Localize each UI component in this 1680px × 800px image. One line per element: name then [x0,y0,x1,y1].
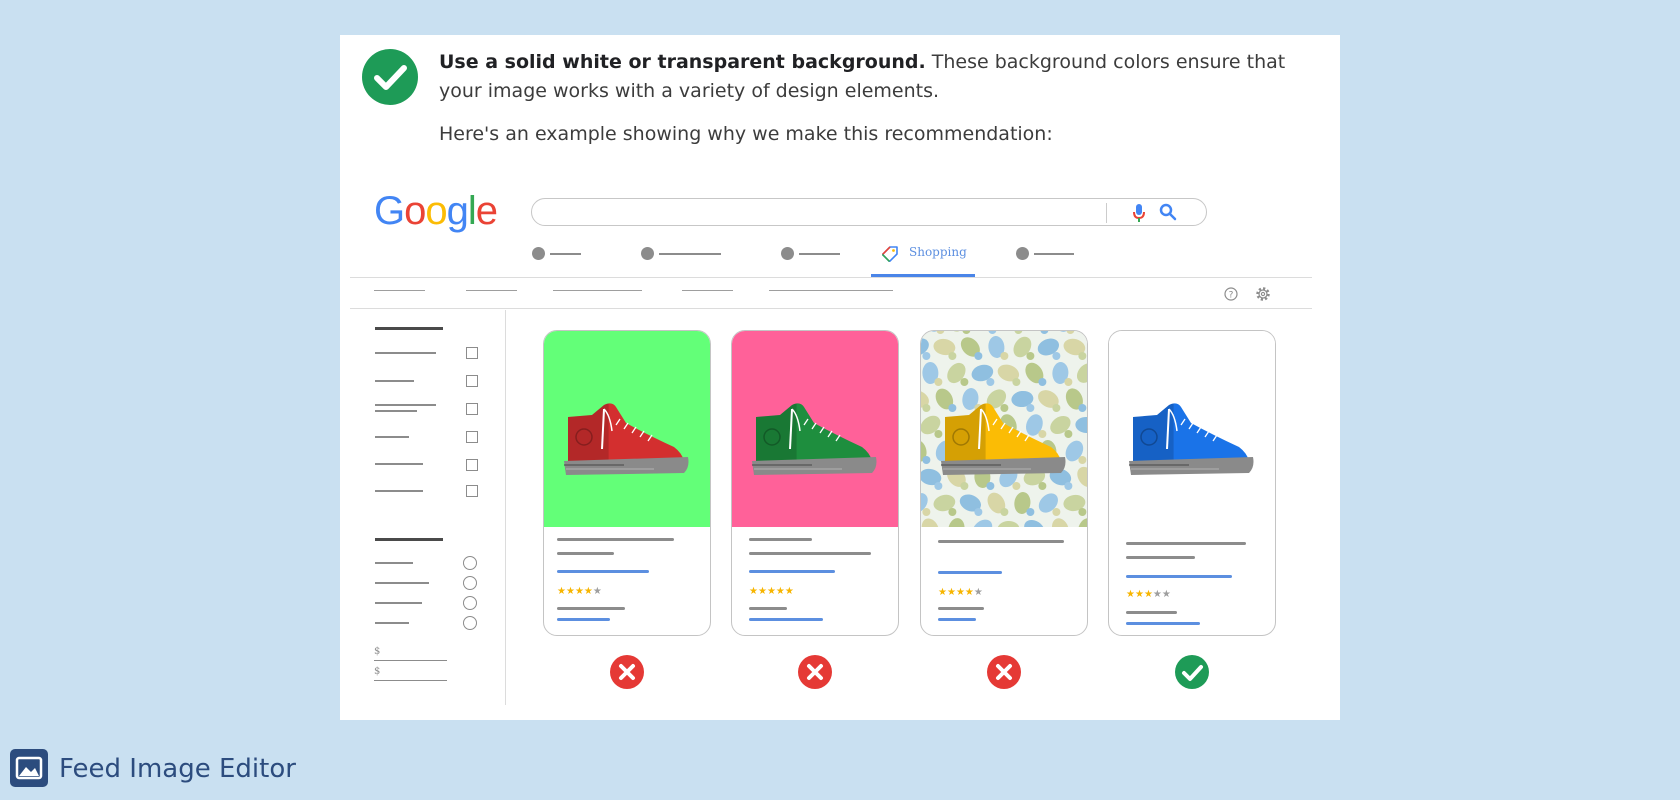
filter-checkbox [466,347,478,359]
text-placeholder [749,618,823,621]
filter-option [375,622,409,624]
filter-option [375,562,413,564]
text-placeholder [749,538,812,541]
guideline-text: Use a solid white or transparent backgro… [439,48,1319,106]
text-placeholder [557,607,625,610]
logo-letter: G [374,189,405,233]
text-placeholder [1126,556,1195,559]
filter-checkbox [466,403,478,415]
price-tag-icon [882,246,898,262]
microphone-icon [1133,204,1145,222]
star-rating: ★★★★★ [1126,589,1171,600]
product-image [732,331,898,527]
product-image [921,331,1087,527]
text-placeholder [1126,611,1177,614]
filter-option [375,380,414,382]
filter-checkbox [466,431,478,443]
filter-option [375,352,436,354]
divider [350,277,1312,278]
filter-option [375,582,429,584]
filter-option [375,404,436,406]
price-min-field [374,660,447,661]
check-circle-icon [1175,655,1209,689]
logo-letter: o [425,189,447,233]
text-placeholder [557,618,610,621]
image-editor-logo-icon [10,749,48,787]
product-card: ★★★★★ [731,330,899,636]
logo-letter: g [446,189,469,233]
filter-option [375,602,422,604]
text-placeholder [557,552,614,555]
filter-radio [463,616,477,630]
text-placeholder [749,607,787,610]
price-max-field [374,680,447,681]
sidebar-heading [375,538,443,541]
sidebar-heading [375,327,443,330]
search-divider [1106,203,1107,223]
filter-radio [463,576,477,590]
filter-checkbox [466,459,478,471]
brand-name: Feed Image Editor [59,754,296,784]
filter-checkbox [466,375,478,387]
text-placeholder [938,607,984,610]
sneaker-image [941,401,1069,486]
logo-letter: l [467,189,477,233]
text-placeholder [749,570,835,573]
text-placeholder [749,552,871,555]
text-placeholder [938,571,1002,574]
logo-letter: o [404,189,426,233]
filter-checkbox [466,485,478,497]
text-placeholder [1126,622,1200,625]
example-intro: Here's an example showing why we make th… [439,123,1053,145]
text-placeholder [1126,542,1246,545]
product-card: ★★★★★ [1108,330,1276,636]
guideline-heading: Use a solid white or transparent backgro… [439,51,926,73]
text-placeholder [938,540,1064,543]
text-placeholder [1126,575,1232,578]
price-min-symbol: $ [374,646,381,657]
divider [350,308,1312,309]
star-rating: ★★★★★ [557,586,602,597]
sidebar-divider [505,310,506,705]
product-card: ★★★★★ [920,330,1088,636]
product-image [1109,331,1275,527]
help-icon: ? [1224,287,1238,301]
search-icon [1159,203,1177,221]
filter-option [375,436,409,438]
error-circle-icon [987,655,1021,689]
sneaker-image [564,401,692,486]
tab-shopping-label: Shopping [909,245,967,259]
svg-text:?: ? [1229,291,1234,301]
gear-icon [1256,287,1270,301]
filter-placeholder [769,290,893,291]
filter-placeholder [374,290,425,291]
logo-letter: e [475,189,498,233]
check-circle-icon [362,49,418,105]
text-placeholder [557,538,674,541]
product-image [544,331,710,527]
error-circle-icon [610,655,644,689]
product-card: ★★★★★ [543,330,711,636]
search-bar [531,198,1207,226]
google-logo: Google [374,189,498,233]
sneaker-image [752,401,880,486]
text-placeholder [557,570,649,573]
filter-placeholder [553,290,642,291]
filter-option [375,490,423,492]
text-placeholder [938,618,976,621]
sneaker-image [1129,401,1257,486]
star-rating: ★★★★★ [749,586,794,597]
filter-radio [463,596,477,610]
filter-placeholder [466,290,517,291]
filter-option [375,410,417,412]
guideline-card: Use a solid white or transparent backgro… [340,35,1340,720]
filter-placeholder [682,290,733,291]
filter-radio [463,556,477,570]
star-rating: ★★★★★ [938,587,983,598]
filter-option [375,463,423,465]
error-circle-icon [798,655,832,689]
price-max-symbol: $ [374,666,381,677]
